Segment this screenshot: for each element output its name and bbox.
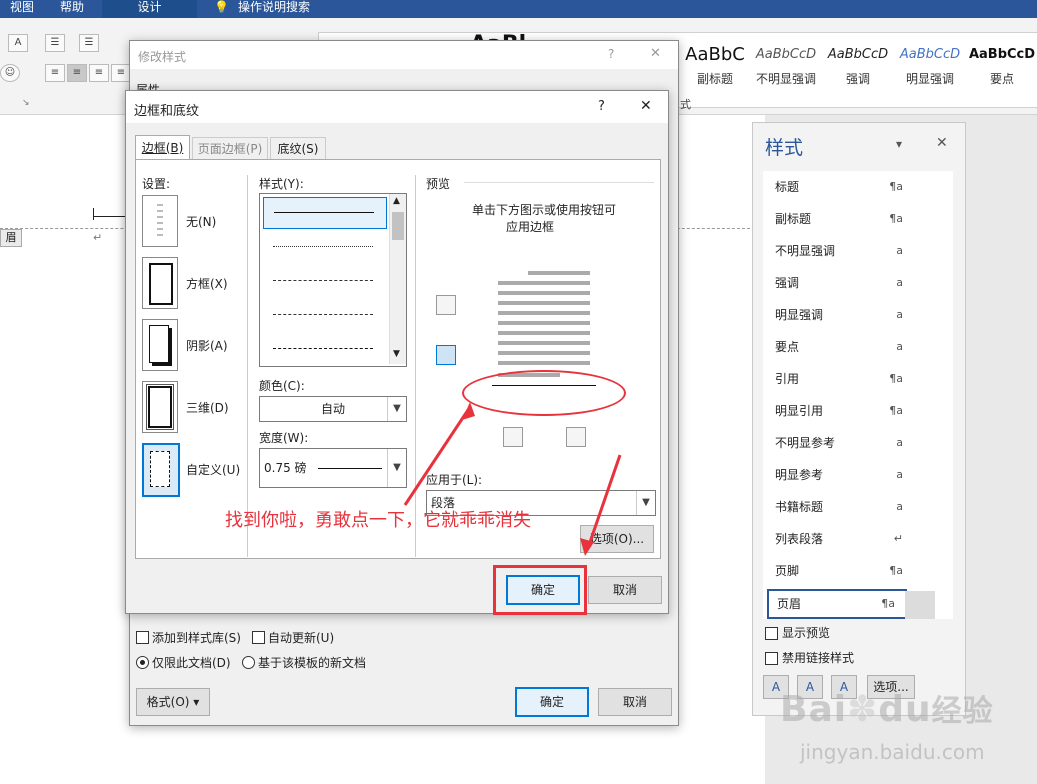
style-item-subtitle[interactable]: 副标题 ¶a [763, 205, 913, 233]
style-item-header-selected[interactable]: 页眉 ¶a [767, 589, 907, 619]
styles-pane-title: 样式 [765, 137, 804, 159]
styles-list-scroll-thumb[interactable] [905, 591, 935, 619]
style-item-subtle-reference[interactable]: 不明显参考 a [763, 429, 913, 457]
annotation-arrowhead-preview [462, 402, 475, 420]
styles-pane-dropdown-icon[interactable]: ▾ [896, 137, 902, 151]
baidu-watermark-url: jingyan.baidu.com [800, 740, 985, 764]
style-item-intense-reference[interactable]: 明显参考 a [763, 461, 913, 489]
style-item-emphasis[interactable]: 强调 a [763, 269, 913, 297]
style-item-subtle-emphasis[interactable]: 不明显强调 a [763, 237, 913, 265]
show-preview-checkbox[interactable] [765, 627, 778, 640]
disable-linked-checkbox[interactable] [765, 652, 778, 665]
annotation-text: 找到你啦，勇敢点一下，它就乖乖消失 [225, 510, 531, 531]
styles-pane-close-button[interactable]: ✕ [936, 135, 948, 151]
annotation-arrow-to-ok [586, 454, 622, 549]
style-item-title[interactable]: 标题 ¶a [763, 173, 913, 201]
style-item-list-paragraph[interactable]: 列表段落 ↵ [763, 525, 913, 553]
style-item-intense-emphasis[interactable]: 明显强调 a [763, 301, 913, 329]
paw-icon: ✽ [847, 689, 879, 730]
style-item-strong[interactable]: 要点 a [763, 333, 913, 361]
style-item-book-title[interactable]: 书籍标题 a [763, 493, 913, 521]
styles-list: 标题 ¶a 副标题 ¶a 不明显强调 a 强调 a 明显强调 a 要点 a 引用 ¶a 明显引… [763, 171, 953, 619]
annotation-arrow-to-preview [403, 409, 470, 506]
style-item-footer[interactable]: 页脚 ¶a [763, 557, 913, 585]
baidu-watermark-logo: Bai✽du经验 [780, 689, 994, 730]
styles-pane: 样式 ▾ ✕ 标题 ¶a 副标题 ¶a 不明显强调 a 强调 a 明显强调 a 要点 a 引… [752, 122, 966, 716]
style-item-quote[interactable]: 引用 ¶a [763, 365, 913, 393]
show-preview-label: 显示预览 [782, 626, 831, 640]
style-item-intense-quote[interactable]: 明显引用 ¶a [763, 397, 913, 425]
disable-linked-label: 禁用链接样式 [782, 651, 855, 665]
